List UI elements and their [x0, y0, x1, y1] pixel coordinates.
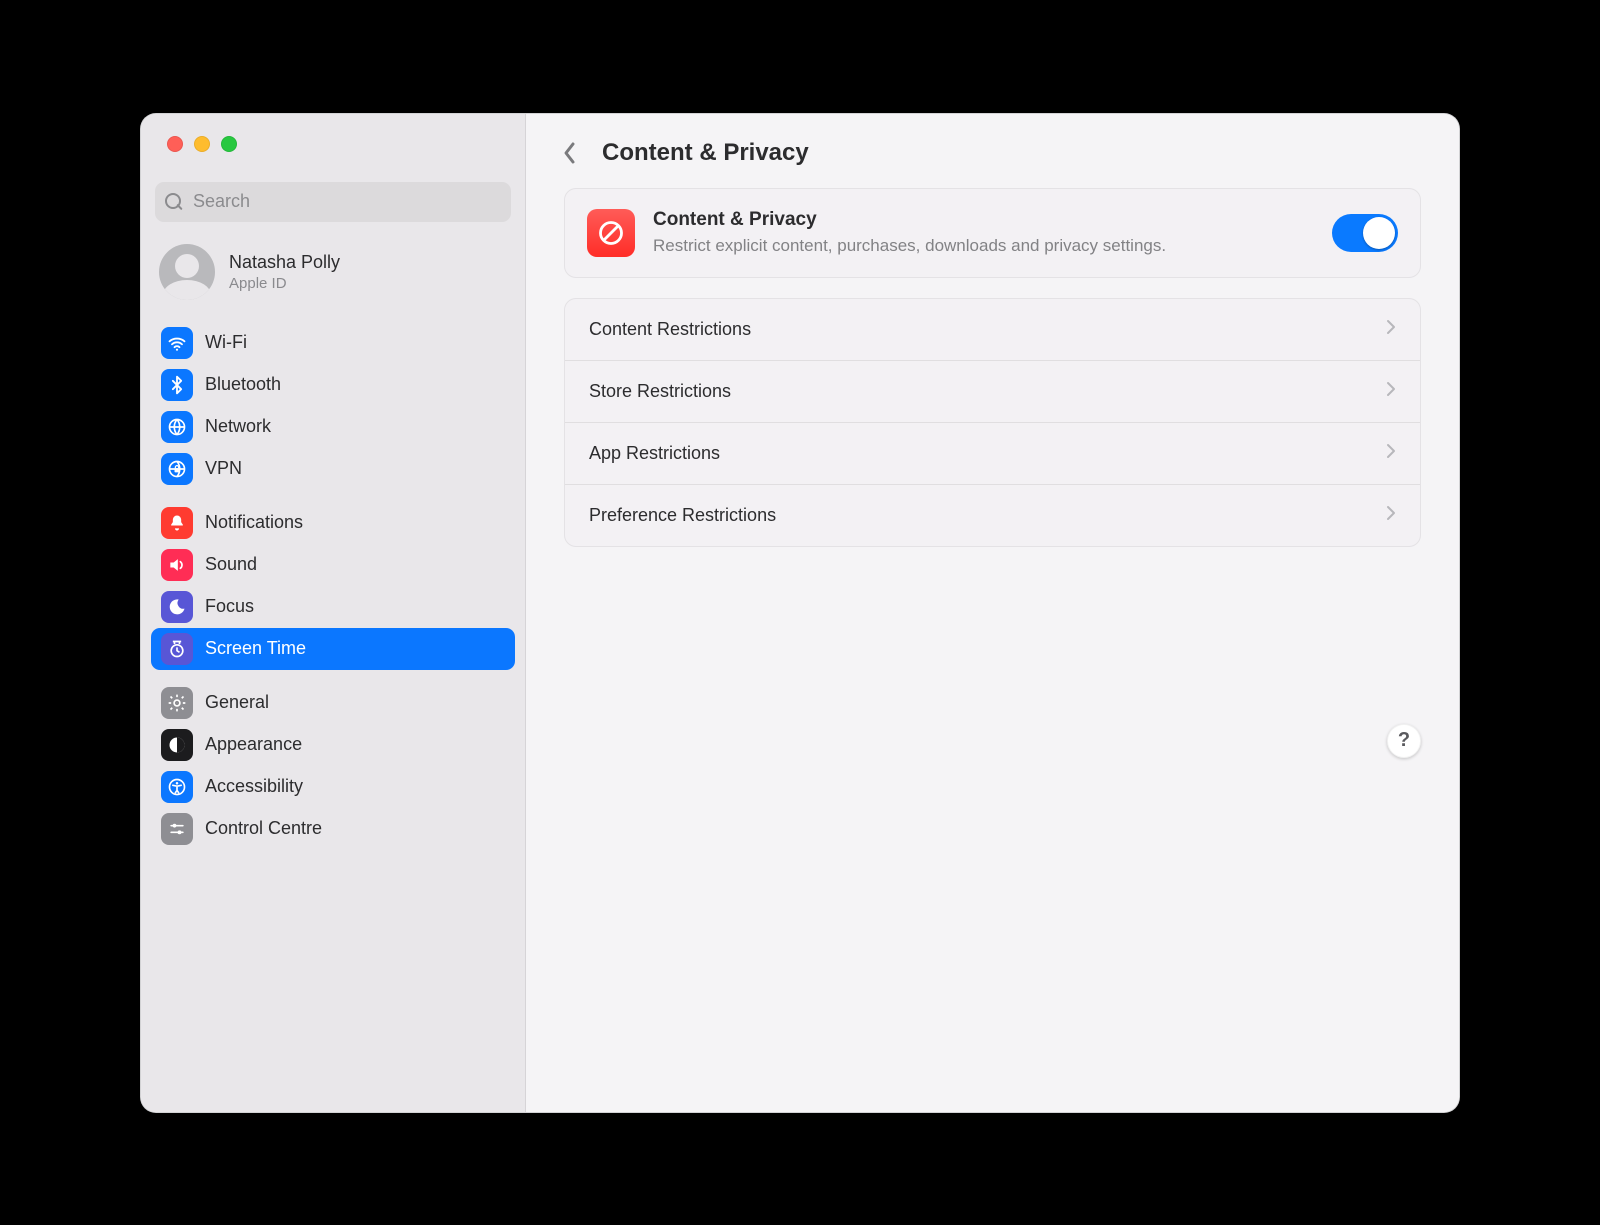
window-controls — [141, 114, 525, 164]
sidebar-item-label: Notifications — [205, 512, 303, 533]
header: Content & Privacy — [526, 114, 1459, 188]
sidebar: Natasha Polly Apple ID Wi-Fi — [141, 114, 526, 1112]
sidebar-item-label: Bluetooth — [205, 374, 281, 395]
wifi-icon — [161, 327, 193, 359]
sidebar-item-label: Sound — [205, 554, 257, 575]
row-label: App Restrictions — [589, 443, 720, 464]
appearance-icon — [161, 729, 193, 761]
notifications-icon — [161, 507, 193, 539]
avatar — [159, 244, 215, 300]
sidebar-item-accessibility[interactable]: Accessibility — [151, 766, 515, 808]
sidebar-item-sound[interactable]: Sound — [151, 544, 515, 586]
minimize-window-button[interactable] — [194, 136, 210, 152]
settings-window: Natasha Polly Apple ID Wi-Fi — [140, 113, 1460, 1113]
search-icon — [165, 193, 183, 211]
content-privacy-toggle[interactable] — [1332, 214, 1398, 252]
search-field[interactable] — [155, 182, 511, 222]
content-privacy-desc: Restrict explicit content, purchases, do… — [653, 235, 1213, 258]
sidebar-item-bluetooth[interactable]: Bluetooth — [151, 364, 515, 406]
sidebar-item-label: Accessibility — [205, 776, 303, 797]
sidebar-nav: Wi-Fi Bluetooth Network — [141, 316, 525, 856]
row-preference-restrictions[interactable]: Preference Restrictions — [565, 484, 1420, 546]
row-store-restrictions[interactable]: Store Restrictions — [565, 360, 1420, 422]
chevron-right-icon — [1386, 443, 1396, 464]
chevron-right-icon — [1386, 319, 1396, 340]
row-label: Content Restrictions — [589, 319, 751, 340]
account-name: Natasha Polly — [229, 252, 340, 273]
account-subtitle: Apple ID — [229, 275, 340, 292]
chevron-right-icon — [1386, 381, 1396, 402]
general-icon — [161, 687, 193, 719]
sidebar-item-wifi[interactable]: Wi-Fi — [151, 322, 515, 364]
sidebar-item-focus[interactable]: Focus — [151, 586, 515, 628]
sidebar-item-label: VPN — [205, 458, 242, 479]
close-window-button[interactable] — [167, 136, 183, 152]
restrictions-list: Content Restrictions Store Restrictions — [564, 298, 1421, 547]
sidebar-item-label: General — [205, 692, 269, 713]
sidebar-item-general[interactable]: General — [151, 682, 515, 724]
row-label: Preference Restrictions — [589, 505, 776, 526]
row-app-restrictions[interactable]: App Restrictions — [565, 422, 1420, 484]
account-row[interactable]: Natasha Polly Apple ID — [141, 234, 525, 316]
content-privacy-title: Content & Privacy — [653, 209, 1314, 231]
sidebar-item-label: Appearance — [205, 734, 302, 755]
network-icon — [161, 411, 193, 443]
help-label: ? — [1398, 729, 1410, 752]
sidebar-item-label: Focus — [205, 596, 254, 617]
sidebar-item-notifications[interactable]: Notifications — [151, 502, 515, 544]
bluetooth-icon — [161, 369, 193, 401]
content-privacy-icon — [587, 209, 635, 257]
row-content-restrictions[interactable]: Content Restrictions — [565, 299, 1420, 360]
control-centre-icon — [161, 813, 193, 845]
sidebar-item-control-centre[interactable]: Control Centre — [151, 808, 515, 850]
page-title: Content & Privacy — [602, 139, 809, 167]
sidebar-item-label: Network — [205, 416, 271, 437]
sidebar-item-appearance[interactable]: Appearance — [151, 724, 515, 766]
back-button[interactable] — [554, 138, 584, 168]
row-label: Store Restrictions — [589, 381, 731, 402]
accessibility-icon — [161, 771, 193, 803]
content-privacy-card: Content & Privacy Restrict explicit cont… — [564, 188, 1421, 279]
zoom-window-button[interactable] — [221, 136, 237, 152]
screen-time-icon — [161, 633, 193, 665]
focus-icon — [161, 591, 193, 623]
sidebar-item-screen-time[interactable]: Screen Time — [151, 628, 515, 670]
sidebar-item-network[interactable]: Network — [151, 406, 515, 448]
chevron-right-icon — [1386, 505, 1396, 526]
sound-icon — [161, 549, 193, 581]
sidebar-item-label: Wi-Fi — [205, 332, 247, 353]
sidebar-item-label: Control Centre — [205, 818, 322, 839]
sidebar-item-vpn[interactable]: VPN — [151, 448, 515, 490]
sidebar-item-label: Screen Time — [205, 638, 306, 659]
vpn-icon — [161, 453, 193, 485]
help-button[interactable]: ? — [1387, 724, 1421, 758]
search-input[interactable] — [191, 190, 501, 213]
main-content: Content & Privacy Content & Privacy Rest… — [526, 114, 1459, 1112]
